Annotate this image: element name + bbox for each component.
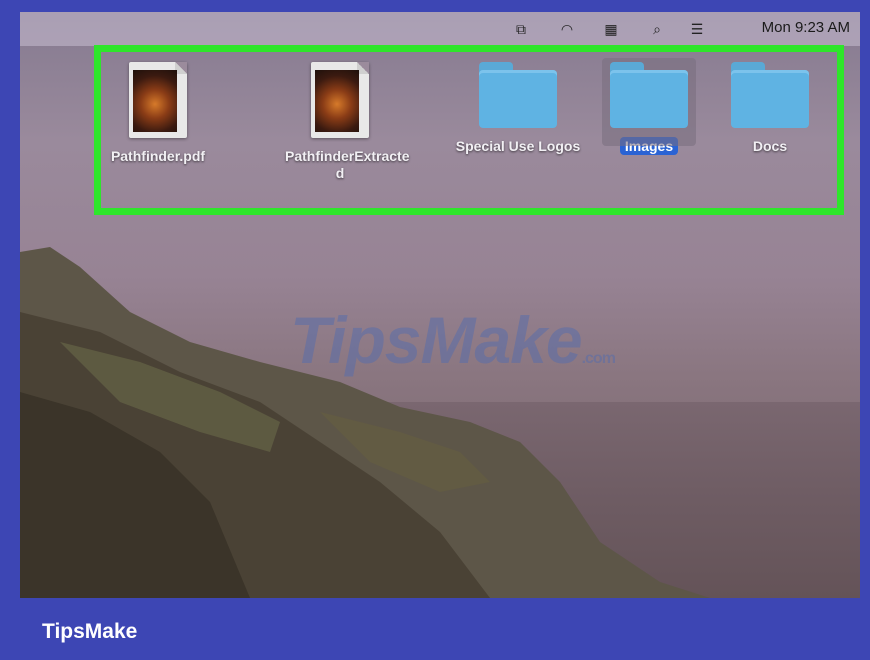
desktop-item-docs[interactable]: Docs: [710, 62, 830, 155]
wifi-icon[interactable]: ◠: [558, 20, 576, 38]
item-label: PathfinderExtracte d: [285, 148, 410, 181]
folder-icon: [731, 62, 809, 128]
item-label: Pathfinder.pdf: [110, 148, 206, 164]
image-frame: ⧉ ◠ ▦ ⌕ ☰ Mon 9:23 AM Pathfinder.pdf Pat…: [0, 0, 870, 660]
window-icon[interactable]: ⧉: [512, 20, 530, 38]
pdf-file-icon: [129, 62, 187, 138]
menu-clock[interactable]: Mon 9:23 AM: [762, 19, 850, 36]
control-center-icon[interactable]: ☰: [688, 20, 706, 38]
footer-brand: TipsMake: [42, 620, 138, 643]
desktop-screen: ⧉ ◠ ▦ ⌕ ☰ Mon 9:23 AM Pathfinder.pdf Pat…: [20, 12, 860, 598]
item-label: Docs: [752, 138, 788, 154]
desktop-item-images[interactable]: Images: [589, 58, 709, 155]
folder-icon: [602, 58, 696, 146]
item-label: Special Use Logos: [455, 138, 581, 154]
desktop-item-pathfinder-pdf[interactable]: Pathfinder.pdf: [98, 62, 218, 165]
search-icon[interactable]: ⌕: [648, 20, 666, 38]
watermark: TipsMake.com: [290, 303, 616, 377]
flag-icon[interactable]: ▦: [602, 20, 620, 38]
desktop-item-pathfinder-extracted[interactable]: PathfinderExtracte d: [280, 62, 410, 182]
menu-bar: ⧉ ◠ ▦ ⌕ ☰ Mon 9:23 AM: [20, 12, 860, 46]
desktop-item-special-use-logos[interactable]: Special Use Logos: [448, 62, 588, 155]
folder-icon: [479, 62, 557, 128]
pdf-file-icon: [311, 62, 369, 138]
